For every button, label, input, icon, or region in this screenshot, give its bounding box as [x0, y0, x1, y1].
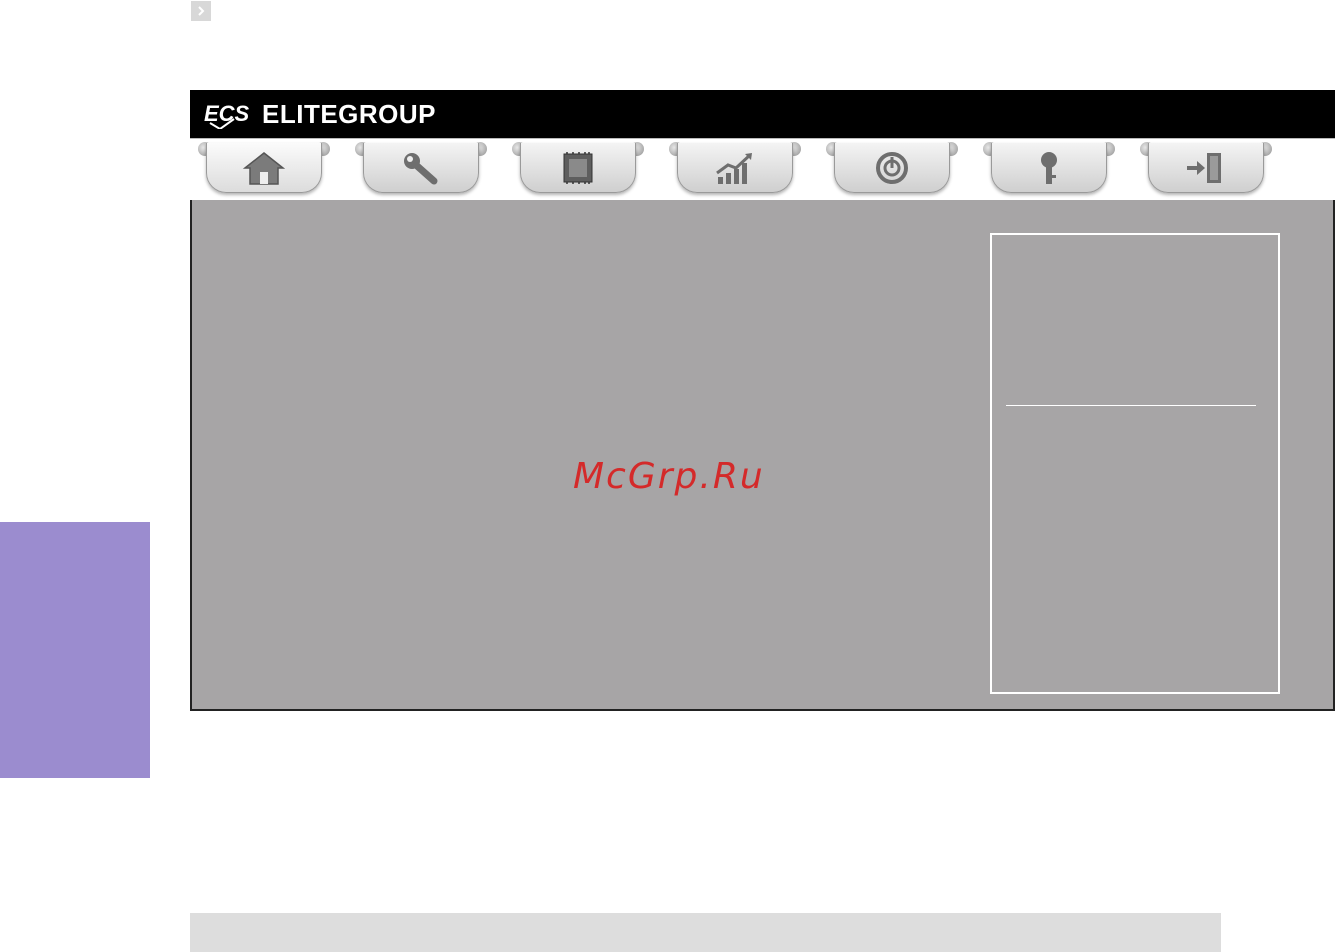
tab-body — [677, 143, 793, 193]
chip-icon — [563, 151, 593, 184]
bios-window: ECS ELITEGROUP — [190, 90, 1335, 711]
tab-body — [520, 143, 636, 193]
power-icon — [876, 151, 908, 184]
tab-overclock[interactable] — [665, 142, 805, 197]
key-icon — [1041, 151, 1057, 184]
tab-body — [834, 143, 950, 193]
exit-icon — [1187, 152, 1221, 183]
ecs-logo-icon: ECS — [204, 101, 250, 129]
chevron-right-icon[interactable] — [191, 1, 211, 21]
brand-name: ELITEGROUP — [262, 98, 437, 129]
tab-power[interactable] — [822, 142, 962, 197]
tab-body — [363, 143, 479, 193]
help-divider — [1006, 405, 1256, 406]
tab-body — [206, 143, 322, 193]
chart-up-icon — [716, 152, 752, 184]
tab-bar — [190, 138, 1335, 200]
footer-bar — [190, 913, 1221, 952]
tab-main[interactable] — [194, 142, 334, 197]
bios-header: ECS ELITEGROUP — [190, 90, 1335, 138]
tab-chipset[interactable] — [508, 142, 648, 197]
svg-text:ECS: ECS — [204, 101, 250, 126]
tab-exit[interactable] — [1136, 142, 1276, 197]
tab-body — [991, 143, 1107, 193]
side-chapter-tab — [0, 522, 150, 778]
wrench-icon — [404, 152, 438, 184]
home-icon — [242, 151, 286, 185]
tab-security[interactable] — [979, 142, 1119, 197]
tab-advanced[interactable] — [351, 142, 491, 197]
watermark-text: McGrp.Ru — [573, 456, 765, 497]
page: ECS ELITEGROUP McGrp.Ru — [0, 0, 1335, 952]
help-panel — [990, 233, 1280, 694]
tab-body — [1148, 143, 1264, 193]
